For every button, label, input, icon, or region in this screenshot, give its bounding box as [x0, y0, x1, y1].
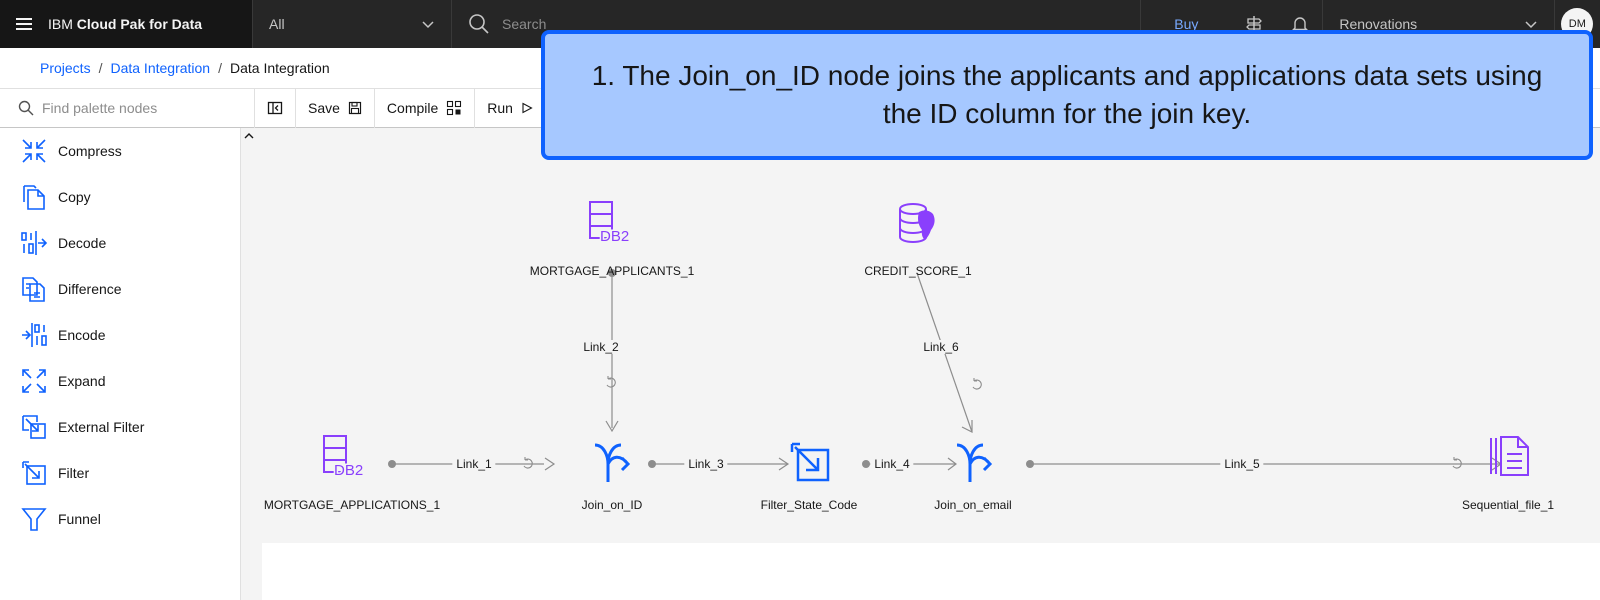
- node-credit-score[interactable]: CREDIT_SCORE_1: [864, 264, 971, 278]
- link-label-6[interactable]: Link_6: [919, 340, 963, 354]
- palette-scrollbar[interactable]: [240, 128, 256, 600]
- search-placeholder: Search: [502, 16, 547, 32]
- toggle-palette-button[interactable]: [255, 88, 296, 128]
- palette-item-label: Encode: [58, 327, 106, 343]
- callout-text: 1. The Join_on_ID node joins the applica…: [591, 60, 1543, 129]
- node-filter-state-code[interactable]: Filter_State_Code: [761, 498, 858, 512]
- breadcrumb-projects[interactable]: Projects: [40, 60, 91, 76]
- node-join-on-email[interactable]: Join_on_email: [934, 498, 1011, 512]
- compress-icon: [22, 139, 46, 163]
- breadcrumb-separator: /: [98, 60, 103, 76]
- menu-icon: [16, 18, 32, 30]
- breadcrumb-separator: /: [218, 60, 222, 76]
- palette-item-filter[interactable]: Filter: [0, 450, 240, 496]
- output-port[interactable]: [862, 460, 870, 468]
- difference-icon: [22, 277, 45, 302]
- database-icon[interactable]: [897, 202, 937, 244]
- link-label-2[interactable]: Link_2: [579, 340, 623, 354]
- search-icon: [469, 14, 489, 34]
- palette-item-label: Funnel: [58, 511, 101, 527]
- output-port[interactable]: [388, 460, 396, 468]
- save-button[interactable]: Save: [296, 88, 375, 128]
- output-port[interactable]: [1026, 460, 1034, 468]
- palette-item-compress[interactable]: Compress: [0, 128, 240, 174]
- node-palette: Compress Copy Decode Difference Encode E…: [0, 128, 240, 600]
- palette-item-expand[interactable]: Expand: [0, 358, 240, 404]
- db2-icon[interactable]: DB2: [322, 434, 370, 478]
- link-label-1[interactable]: Link_1: [452, 457, 496, 471]
- play-icon: [522, 102, 533, 114]
- compile-button[interactable]: Compile: [375, 88, 476, 128]
- flow-canvas[interactable]: DB2 MORTGAGE_APPLICANTS_1 CREDIT_SCORE_1…: [256, 128, 1600, 543]
- product-name[interactable]: IBM Cloud Pak for Data: [48, 0, 252, 48]
- filter-icon[interactable]: [790, 442, 832, 484]
- palette-item-label: Expand: [58, 373, 106, 389]
- chevron-down-icon: [422, 21, 434, 29]
- chevron-down-icon: [1525, 21, 1537, 29]
- run-label: Run: [487, 100, 513, 116]
- search-scope-dropdown[interactable]: All: [252, 0, 452, 48]
- palette-item-copy[interactable]: Copy: [0, 174, 240, 220]
- node-mortgage-applicants[interactable]: MORTGAGE_APPLICANTS_1: [530, 264, 695, 278]
- join-icon[interactable]: [592, 442, 632, 486]
- palette-item-label: Difference: [58, 281, 122, 297]
- flow-links: [388, 269, 1503, 471]
- funnel-icon: [21, 508, 47, 531]
- link-label-3[interactable]: Link_3: [684, 457, 728, 471]
- node-mortgage-applications[interactable]: MORTGAGE_APPLICATIONS_1: [264, 498, 440, 512]
- breadcrumb-data-integration[interactable]: Data Integration: [110, 60, 210, 76]
- node-sequential-file[interactable]: Sequential_file_1: [1462, 498, 1554, 512]
- compile-icon: [447, 100, 462, 116]
- palette-item-label: Compress: [58, 143, 122, 159]
- palette-item-difference[interactable]: Difference: [0, 266, 240, 312]
- chevron-up-icon[interactable]: [243, 130, 255, 142]
- filter-icon: [22, 461, 46, 485]
- product-title: Cloud Pak for Data: [76, 16, 203, 32]
- search-scope-value: All: [269, 16, 285, 32]
- encode-icon: [22, 323, 47, 347]
- svg-text:DB2: DB2: [334, 462, 363, 478]
- node-join-on-id[interactable]: Join_on_ID: [582, 498, 643, 512]
- join-icon[interactable]: [954, 442, 994, 486]
- run-button[interactable]: Run: [475, 89, 545, 128]
- palette-search-placeholder: Find palette nodes: [42, 100, 158, 116]
- palette-item-label: Filter: [58, 465, 90, 481]
- arrow-head: [544, 457, 556, 471]
- save-icon: [348, 101, 362, 115]
- sync-icon[interactable]: [1452, 457, 1462, 469]
- palette-item-label: External Filter: [58, 419, 145, 435]
- svg-text:DB2: DB2: [600, 228, 629, 244]
- tutorial-callout: 1. The Join_on_ID node joins the applica…: [541, 30, 1593, 160]
- compile-label: Compile: [386, 100, 439, 116]
- link-label-5[interactable]: Link_5: [1220, 457, 1264, 471]
- save-label: Save: [308, 100, 340, 116]
- db2-icon[interactable]: DB2: [588, 200, 636, 244]
- canvas-footer-panel: [262, 543, 1600, 600]
- product-prefix: IBM: [48, 16, 73, 32]
- palette-search-input[interactable]: Find palette nodes: [0, 88, 255, 128]
- palette-item-decode[interactable]: Decode: [0, 220, 240, 266]
- expand-icon: [22, 369, 46, 393]
- external-filter-icon: [22, 415, 46, 439]
- palette-item-label: Decode: [58, 235, 107, 251]
- output-port[interactable]: [648, 460, 656, 468]
- palette-item-label: Copy: [58, 189, 91, 205]
- breadcrumb-current: Data Integration: [229, 60, 330, 76]
- palette-item-external-filter[interactable]: External Filter: [0, 404, 240, 450]
- sync-icon[interactable]: [972, 378, 982, 390]
- hamburger-menu-button[interactable]: [0, 0, 48, 48]
- sync-icon[interactable]: [523, 457, 533, 469]
- sequential-file-icon[interactable]: [1488, 434, 1532, 478]
- link-label-4[interactable]: Link_4: [870, 457, 914, 471]
- copy-icon: [23, 185, 45, 210]
- palette-item-funnel[interactable]: Funnel: [0, 496, 240, 542]
- palette-item-encode[interactable]: Encode: [0, 312, 240, 358]
- side-panel-icon: [267, 101, 283, 115]
- decode-icon: [21, 231, 48, 255]
- sync-icon[interactable]: [606, 376, 616, 388]
- search-icon: [18, 100, 34, 116]
